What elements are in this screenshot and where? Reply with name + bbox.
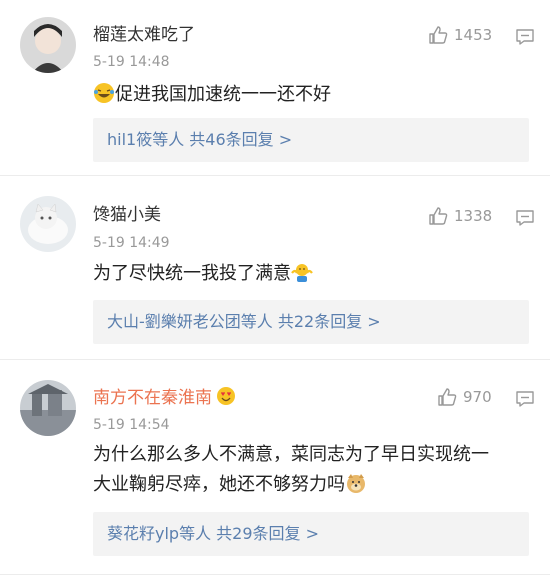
- like-count: 970: [463, 388, 492, 406]
- replies-link[interactable]: 大山-劉樂妍老公团等人 共22条回复 >: [107, 312, 381, 332]
- avatar[interactable]: [20, 196, 76, 252]
- comment-icon[interactable]: [515, 208, 535, 228]
- avatar[interactable]: [20, 17, 76, 73]
- thumbs-up-icon: [429, 26, 448, 44]
- username-text: 南方不在秦淮南: [93, 388, 212, 408]
- comment-text-line-1: 为什么那么多人不满意，菜同志为了早日实现统一: [93, 444, 489, 465]
- like-count: 1453: [454, 26, 493, 44]
- username[interactable]: 馋猫小美: [93, 204, 161, 226]
- like-button[interactable]: 970: [437, 387, 492, 407]
- thumbs-up-icon: [429, 207, 448, 225]
- heart-eyes-emoji-badge: [217, 387, 235, 405]
- comment-text-content: 为了尽快统一我投了满意: [93, 263, 291, 284]
- avatar[interactable]: [20, 380, 76, 436]
- thumbs-up-icon: [438, 388, 457, 406]
- comment-text: 促进我国加速统一一还不好: [93, 80, 538, 110]
- comment-3: 南方不在秦淮南 5-19 14:54 970 为什么那么多人不满意，菜同志为了早…: [0, 360, 550, 576]
- replies-link[interactable]: hil1筱等人 共46条回复 >: [107, 130, 292, 150]
- like-button[interactable]: 1338: [428, 206, 492, 226]
- comment-icon[interactable]: [515, 389, 535, 409]
- doge-emoji: [347, 474, 365, 493]
- replies-preview[interactable]: 葵花籽ylp等人 共29条回复 >: [93, 512, 529, 556]
- username[interactable]: 榴莲太难吃了: [93, 24, 195, 46]
- username[interactable]: 南方不在秦淮南: [93, 386, 236, 409]
- comment-text: 为什么那么多人不满意，菜同志为了早日实现统一 大业鞠躬尽瘁，她还不够努力吗: [93, 440, 538, 500]
- comment-text: 为了尽快统一我投了满意: [93, 259, 538, 289]
- timestamp: 5-19 14:54: [93, 417, 170, 433]
- replies-preview[interactable]: 大山-劉樂妍老公团等人 共22条回复 >: [93, 300, 529, 344]
- divider: [0, 574, 550, 575]
- shrug-emoji: [291, 264, 313, 282]
- comment-1: 榴莲太难吃了 5-19 14:48 1453 促进我国加速统一一还不好 hil1…: [0, 0, 550, 176]
- comment-text-line-2-content: 大业鞠躬尽瘁，她还不够努力吗: [93, 474, 345, 495]
- comment-text-line-2: 大业鞠躬尽瘁，她还不够努力吗: [93, 470, 538, 500]
- comment-text-content: 促进我国加速统一一还不好: [115, 84, 331, 105]
- replies-link[interactable]: 葵花籽ylp等人 共29条回复 >: [107, 524, 319, 544]
- comment-2: 馋猫小美 5-19 14:49 1338 为了尽快统一我投了满意 大山-劉樂妍老…: [0, 176, 550, 360]
- like-button[interactable]: 1453: [428, 25, 492, 45]
- timestamp: 5-19 14:49: [93, 235, 170, 251]
- replies-preview[interactable]: hil1筱等人 共46条回复 >: [93, 118, 529, 162]
- like-count: 1338: [454, 207, 493, 225]
- laughing-tears-emoji: [94, 83, 114, 103]
- timestamp: 5-19 14:48: [93, 54, 170, 70]
- comment-icon[interactable]: [515, 27, 535, 47]
